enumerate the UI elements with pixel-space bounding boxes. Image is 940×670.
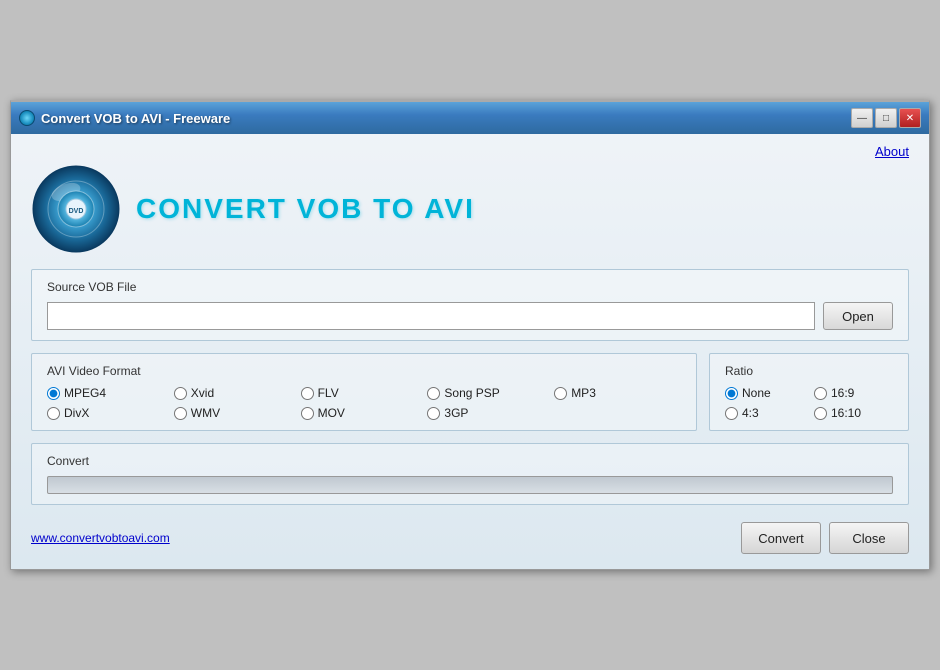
format-mpeg4: MPEG4 <box>47 386 174 400</box>
format-songpsp: Song PSP <box>427 386 554 400</box>
ratio-none: None <box>725 386 804 400</box>
format-flv-radio[interactable] <box>301 387 314 400</box>
main-window: Convert VOB to AVI - Freeware — □ ✕ Abou… <box>10 100 930 570</box>
format-3gp: 3GP <box>427 406 554 420</box>
website-link[interactable]: www.convertvobtoavi.com <box>31 531 170 545</box>
format-mov: MOV <box>301 406 428 420</box>
format-divx-radio[interactable] <box>47 407 60 420</box>
close-window-button[interactable]: ✕ <box>899 108 921 128</box>
source-row: Open <box>47 302 893 330</box>
convert-section: Convert <box>31 443 909 505</box>
format-divx: DivX <box>47 406 174 420</box>
header-section: DVD CONVERT VOB TO AVI <box>31 164 909 254</box>
ratio-section: Ratio None 16:9 4:3 <box>709 353 909 431</box>
format-mp3-radio[interactable] <box>554 387 567 400</box>
ratio-16-10: 16:10 <box>814 406 893 420</box>
format-songpsp-label: Song PSP <box>444 386 499 400</box>
dvd-logo: DVD <box>31 164 121 254</box>
svg-text:DVD: DVD <box>69 208 84 215</box>
format-wmv: WMV <box>174 406 301 420</box>
format-xvid: Xvid <box>174 386 301 400</box>
bottom-buttons: Convert Close <box>741 522 909 554</box>
app-title: CONVERT VOB TO AVI <box>136 193 475 225</box>
convert-label: Convert <box>47 454 893 468</box>
ratio-16-9-label: 16:9 <box>831 386 854 400</box>
ratio-16-9: 16:9 <box>814 386 893 400</box>
format-mpeg4-radio[interactable] <box>47 387 60 400</box>
convert-button[interactable]: Convert <box>741 522 821 554</box>
source-label: Source VOB File <box>47 280 893 294</box>
format-mp3: MP3 <box>554 386 681 400</box>
format-section: AVI Video Format MPEG4 Xvid FLV <box>31 353 697 431</box>
format-wmv-radio[interactable] <box>174 407 187 420</box>
ratio-16-10-radio[interactable] <box>814 407 827 420</box>
content-area: About <box>11 134 929 569</box>
format-3gp-radio[interactable] <box>427 407 440 420</box>
ratio-label: Ratio <box>725 364 893 378</box>
format-options: MPEG4 Xvid FLV Song PSP <box>47 386 681 420</box>
window-title: Convert VOB to AVI - Freeware <box>41 111 845 126</box>
format-songpsp-radio[interactable] <box>427 387 440 400</box>
format-xvid-radio[interactable] <box>174 387 187 400</box>
window-icon <box>19 110 35 126</box>
format-mov-radio[interactable] <box>301 407 314 420</box>
format-wmv-label: WMV <box>191 406 220 420</box>
format-ratio-row: AVI Video Format MPEG4 Xvid FLV <box>31 353 909 431</box>
format-mp3-label: MP3 <box>571 386 596 400</box>
source-section: Source VOB File Open <box>31 269 909 341</box>
maximize-button[interactable]: □ <box>875 108 897 128</box>
window-controls: — □ ✕ <box>851 108 921 128</box>
format-3gp-label: 3GP <box>444 406 468 420</box>
ratio-16-10-label: 16:10 <box>831 406 861 420</box>
ratio-none-radio[interactable] <box>725 387 738 400</box>
format-mpeg4-label: MPEG4 <box>64 386 106 400</box>
ratio-none-label: None <box>742 386 771 400</box>
about-link[interactable]: About <box>875 144 909 159</box>
ratio-4-3-radio[interactable] <box>725 407 738 420</box>
ratio-options: None 16:9 4:3 16:10 <box>725 386 893 420</box>
minimize-button[interactable]: — <box>851 108 873 128</box>
ratio-4-3: 4:3 <box>725 406 804 420</box>
source-file-input[interactable] <box>47 302 815 330</box>
format-flv-label: FLV <box>318 386 339 400</box>
title-bar: Convert VOB to AVI - Freeware — □ ✕ <box>11 102 929 134</box>
format-flv: FLV <box>301 386 428 400</box>
format-label: AVI Video Format <box>47 364 681 378</box>
ratio-16-9-radio[interactable] <box>814 387 827 400</box>
about-row: About <box>31 144 909 159</box>
open-button[interactable]: Open <box>823 302 893 330</box>
ratio-4-3-label: 4:3 <box>742 406 759 420</box>
progress-bar-container <box>47 476 893 494</box>
close-button[interactable]: Close <box>829 522 909 554</box>
format-divx-label: DivX <box>64 406 89 420</box>
bottom-row: www.convertvobtoavi.com Convert Close <box>31 517 909 554</box>
format-mov-label: MOV <box>318 406 345 420</box>
format-xvid-label: Xvid <box>191 386 214 400</box>
